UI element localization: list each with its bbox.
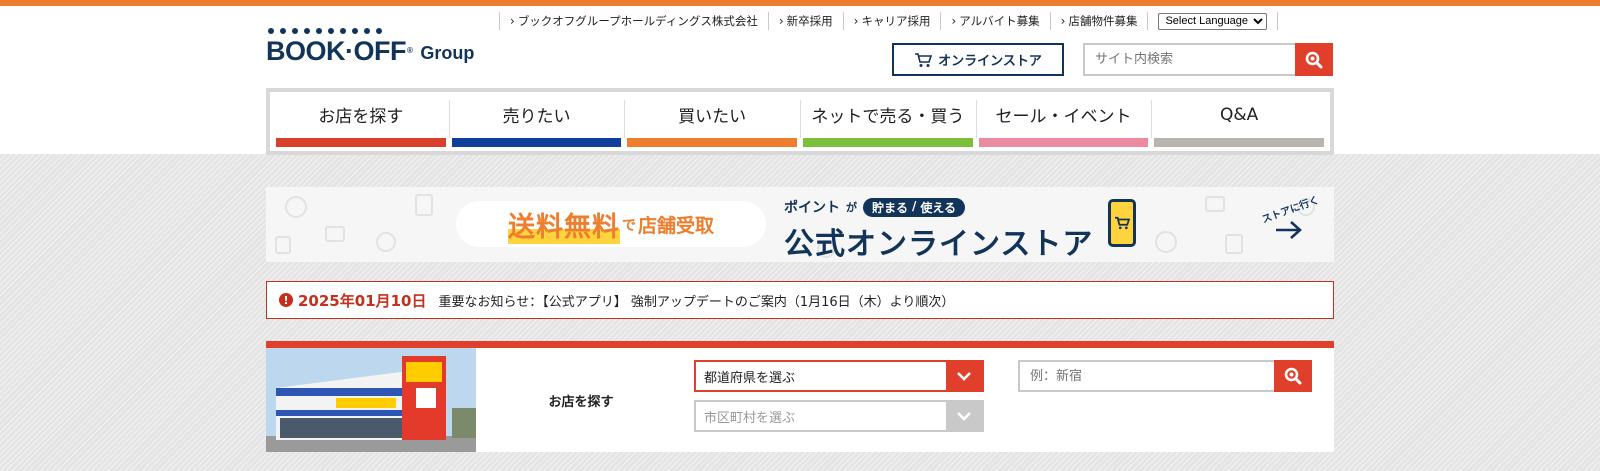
chevron-right-icon: › [951, 14, 957, 28]
nav-label: お店を探す [318, 107, 404, 127]
nav-color-bar [978, 138, 1149, 147]
language-select[interactable]: Select Language [1158, 12, 1268, 30]
smartphone-cart-icon [1108, 199, 1136, 247]
bookoff-group-logo[interactable]: BOOK·OFF® Group [266, 26, 474, 66]
store-search-label: お店を探す [548, 394, 614, 410]
chevron-right-icon: › [853, 14, 859, 28]
store-search-button[interactable] [1274, 360, 1312, 392]
chevron-right-icon: › [778, 14, 784, 28]
logo-wordmark: BOOK·OFF® [266, 28, 413, 66]
notice-date: 2025年01月10日 [298, 291, 427, 310]
utility-link-holdings[interactable]: › ブックオフグループホールディングス株式会社 [499, 12, 768, 30]
chevron-down-icon [946, 362, 982, 390]
chevron-right-icon: › [1060, 14, 1066, 28]
alert-icon: ! [279, 293, 293, 307]
logo-dots [268, 28, 382, 34]
prefecture-select-text: 都道府県を選ぶ [704, 370, 796, 386]
free-shipping-pill: 送料無料 で 店舗受取 [456, 201, 766, 247]
site-search-input[interactable] [1083, 43, 1295, 76]
online-store-label: オンラインストア [938, 54, 1042, 69]
nav-color-bar [1154, 138, 1325, 147]
utility-link-store-property[interactable]: › 店舗物件募集 [1049, 12, 1148, 30]
online-store-banner[interactable]: 送料無料 で 店舗受取 ポイントが 貯まる / 使える 公式オンラインストア ストア… [266, 187, 1334, 262]
important-notice[interactable]: ! 2025年01月10日 重要なお知らせ：【公式アプリ】 強制アップデートのご… [266, 281, 1334, 319]
store-pickup-text: 店舗受取 [637, 214, 714, 237]
de-text: で [621, 218, 636, 234]
cart-icon [915, 52, 933, 67]
nav-online-sell-buy[interactable]: ネットで売る・買う [800, 94, 973, 149]
store-keyword-input[interactable] [1018, 360, 1274, 392]
free-shipping-text: 送料無料 [507, 204, 620, 244]
arrow-right-icon [1276, 221, 1302, 239]
city-select-text: 市区町村を選ぶ [704, 410, 796, 426]
search-icon [1305, 51, 1323, 68]
nav-find-store[interactable]: お店を探す [276, 94, 446, 149]
city-select[interactable]: 市区町村を選ぶ [694, 400, 984, 432]
search-icon [1284, 367, 1302, 385]
nav-label: Q&A [1220, 104, 1259, 125]
chevron-right-icon: › [510, 14, 515, 28]
points-line: ポイントが 貯まる / 使える [784, 197, 966, 217]
prefecture-select[interactable]: 都道府県を選ぶ [694, 360, 984, 392]
nav-label: ネットで売る・買う [811, 107, 965, 127]
points-pill: 貯まる / 使える [863, 197, 966, 217]
banner-title: 公式オンラインストア [784, 227, 1094, 262]
site-search [1083, 43, 1333, 76]
nav-color-bar [803, 138, 973, 147]
store-keyword-search [1018, 360, 1312, 392]
ga-text: が [846, 201, 857, 214]
utility-link-part-time[interactable]: › アルバイト募集 [940, 12, 1049, 30]
nav-label: 売りたい [502, 107, 571, 127]
nav-label: 買いたい [678, 107, 747, 127]
nav-buy[interactable]: 買いたい [624, 94, 798, 149]
store-photo [266, 348, 476, 452]
chevron-down-icon [946, 402, 982, 430]
nav-sale-event[interactable]: セール・イベント [975, 94, 1149, 149]
site-search-button[interactable] [1295, 43, 1333, 76]
store-search-section: お店を探す 都道府県を選ぶ 市区町村を選ぶ [266, 341, 1334, 452]
nav-qa[interactable]: Q&A [1151, 94, 1325, 149]
online-store-button[interactable]: オンラインストア [892, 43, 1064, 76]
utility-link-new-grad[interactable]: › 新卒採用 [767, 12, 843, 30]
nav-color-bar [276, 138, 446, 147]
nav-color-bar [627, 138, 798, 147]
logo-group-text: Group [420, 43, 475, 63]
points-text: ポイント [784, 200, 840, 216]
nav-label: セール・イベント [995, 107, 1132, 127]
notice-text: 重要なお知らせ：【公式アプリ】 強制アップデートのご案内（1月16日（木）より順… [438, 294, 955, 310]
language-select-wrap: Select Language [1147, 12, 1279, 30]
nav-sell[interactable]: 売りたい [448, 94, 622, 149]
nav-color-bar [451, 138, 622, 147]
utility-link-career[interactable]: › キャリア採用 [842, 12, 941, 30]
utility-links: › ブックオフグループホールディングス株式会社 › 新卒採用 › キャリア採用 › アル… [499, 11, 1279, 31]
main-nav: お店を探す 売りたい 買いたい ネットで売る・買う セール・イベント Q&A [266, 88, 1334, 155]
